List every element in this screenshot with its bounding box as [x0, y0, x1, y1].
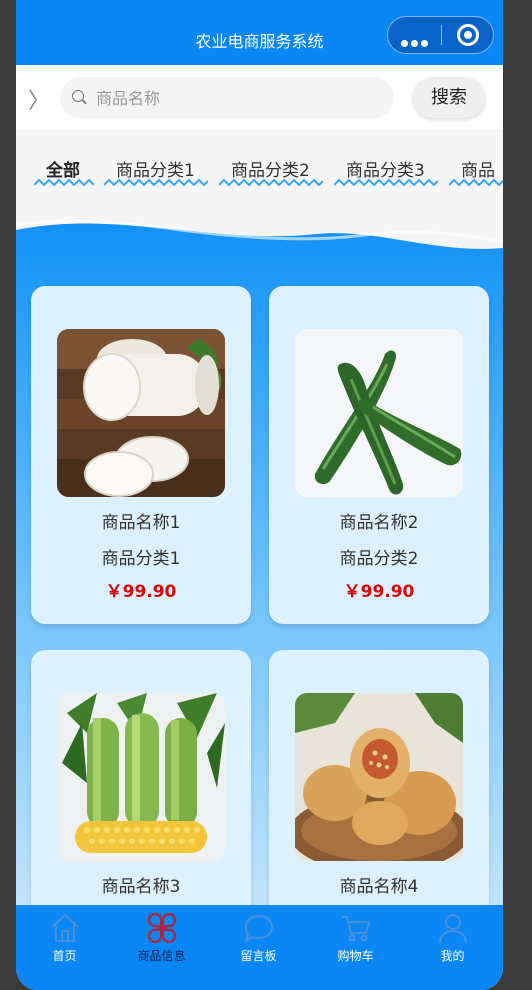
- wave-underline: [334, 178, 438, 186]
- nav-label: 留言板: [240, 949, 277, 963]
- phone-screen: 农业电商服务系统 〉 搜索 全部 商品分类1 商品分类2: [16, 0, 503, 990]
- product-price: ￥99.90: [105, 582, 177, 602]
- search-button[interactable]: 搜索: [413, 77, 485, 118]
- nav-mine[interactable]: 我的: [404, 905, 501, 970]
- product-card[interactable]: 商品名称3: [31, 650, 251, 906]
- product-price: ￥99.90: [343, 582, 415, 602]
- tab-category-3[interactable]: 商品分类3: [334, 156, 438, 186]
- product-image-cucumber[interactable]: [295, 329, 463, 497]
- search-icon: [72, 90, 84, 102]
- wave-underline: [34, 178, 94, 186]
- nav-label: 商品信息: [137, 949, 186, 963]
- user-icon: [439, 914, 467, 944]
- product-category: 商品分类2: [339, 549, 419, 569]
- tab-category-1[interactable]: 商品分类1: [104, 156, 208, 186]
- product-list: 商品名称1 商品分类1 ￥99.90 商品名称2 商品分类2 ￥99.90 商品…: [16, 206, 503, 906]
- more-icon[interactable]: [401, 32, 431, 47]
- product-name: 商品名称4: [339, 877, 419, 897]
- nav-message-board[interactable]: 留言板: [210, 905, 307, 970]
- home-icon: [51, 913, 79, 942]
- close-target-icon[interactable]: [457, 24, 479, 46]
- grid-clover-icon: [147, 912, 177, 944]
- nav-label: 我的: [440, 949, 465, 963]
- category-tabs: 全部 商品分类1 商品分类2 商品分类3 商品: [16, 130, 503, 206]
- wave-underline: [219, 178, 323, 186]
- nav-label: 购物车: [337, 949, 374, 963]
- product-name: 商品名称2: [339, 513, 419, 533]
- wave-divider: [16, 206, 503, 249]
- bottom-tab-bar: 首页 商品信息 留言板 购物车 我的: [16, 905, 503, 990]
- search-input[interactable]: [94, 77, 378, 120]
- mini-program-capsule: [387, 16, 494, 54]
- wave-underline: [449, 178, 503, 186]
- wave-underline: [104, 178, 208, 186]
- product-image-corn[interactable]: [57, 693, 225, 861]
- product-card[interactable]: 商品名称1 商品分类1 ￥99.90: [31, 286, 251, 624]
- product-card[interactable]: 商品名称2 商品分类2 ￥99.90: [269, 286, 489, 624]
- capsule-divider: [441, 25, 442, 45]
- nav-products[interactable]: 商品信息: [113, 905, 210, 970]
- tab-category-4[interactable]: 商品: [449, 156, 503, 186]
- product-card[interactable]: 商品名称4: [269, 650, 489, 906]
- search-bar: 〉 搜索: [16, 65, 503, 130]
- tab-all[interactable]: 全部: [34, 156, 94, 186]
- search-field[interactable]: [60, 77, 394, 120]
- product-category: 商品分类1: [101, 549, 181, 569]
- tab-category-2[interactable]: 商品分类2: [219, 156, 323, 186]
- chat-bubble-icon: [244, 914, 274, 944]
- product-name: 商品名称3: [101, 877, 181, 897]
- nav-home[interactable]: 首页: [16, 905, 113, 970]
- chevron-right-icon[interactable]: 〉: [28, 83, 50, 115]
- nav-label: 首页: [52, 949, 77, 963]
- product-image-white-radish[interactable]: [57, 329, 225, 497]
- product-name: 商品名称1: [101, 513, 181, 533]
- title-bar: 农业电商服务系统: [16, 0, 503, 65]
- product-image-dried-figs[interactable]: [295, 693, 463, 861]
- cart-icon: [342, 916, 371, 942]
- nav-cart[interactable]: 购物车: [307, 905, 404, 970]
